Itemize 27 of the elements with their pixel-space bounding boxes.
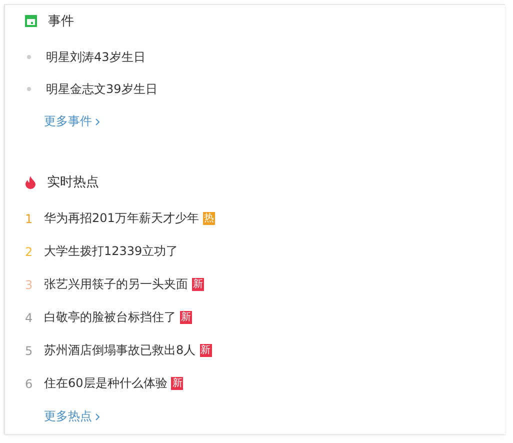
- status-badge: 热: [202, 212, 215, 225]
- chevron-icon: [95, 118, 100, 126]
- trend-link[interactable]: 华为再招201万年薪天才少年: [44, 210, 199, 227]
- chevron-icon: [95, 412, 100, 420]
- bullet-icon: [27, 87, 31, 91]
- status-badge: 新: [171, 377, 184, 390]
- calendar-icon: [25, 15, 37, 27]
- section-title: 事件: [48, 13, 74, 30]
- status-badge: 新: [200, 344, 212, 357]
- event-link[interactable]: 明星金志文39岁生日: [46, 80, 158, 98]
- rank-number: 1: [25, 212, 34, 226]
- rank-number: 3: [25, 278, 34, 292]
- trend-link[interactable]: 住在60层是种什么体验: [44, 375, 168, 392]
- rank-number: 6: [25, 376, 34, 390]
- event-link[interactable]: 明星刘涛43岁生日: [46, 48, 146, 66]
- status-badge: 新: [180, 311, 192, 324]
- trend-link[interactable]: 苏州酒店倒塌事故已救出8人: [44, 342, 196, 359]
- bullet-icon: [27, 55, 31, 59]
- trend-link[interactable]: 张艺兴用筷子的另一头夹面: [44, 276, 188, 293]
- trend-link[interactable]: 大学生拨打12339立功了: [44, 243, 178, 260]
- trend-link[interactable]: 白敬亭的脸被台标挡住了: [44, 309, 176, 326]
- rank-number: 5: [25, 344, 34, 358]
- status-badge: 新: [192, 278, 204, 291]
- rank-number: 4: [25, 310, 34, 324]
- section-title: 实时热点: [47, 174, 99, 191]
- rank-number: 2: [25, 244, 34, 258]
- flame-icon: [25, 176, 36, 188]
